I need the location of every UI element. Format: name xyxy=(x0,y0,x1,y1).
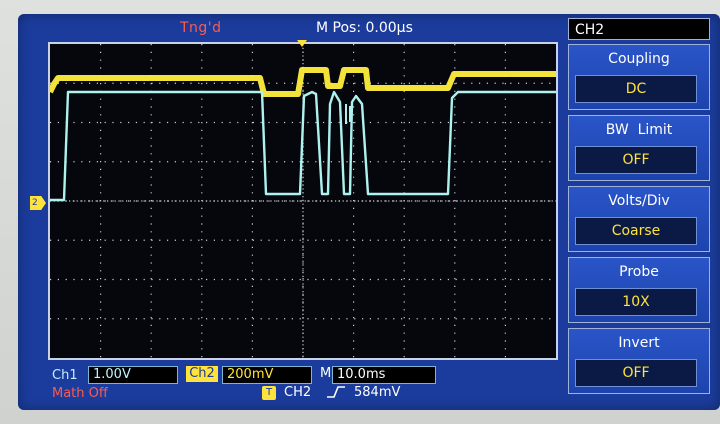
menu-volts-div-label: Volts/Div xyxy=(608,193,670,209)
waveform-display xyxy=(48,42,558,360)
rising-edge-icon xyxy=(326,385,346,404)
ch2-volts-div: 200mV xyxy=(222,366,312,384)
menu-probe-value: 10X xyxy=(575,288,697,316)
math-status: Math Off xyxy=(52,386,108,401)
ch2-label: Ch2 xyxy=(186,366,218,382)
menu-probe-button[interactable]: Probe 10X xyxy=(568,257,710,323)
ch1-label: Ch1 xyxy=(52,368,78,383)
menu-bw-limit-label: BW Limit xyxy=(605,122,673,138)
menu-invert-label: Invert xyxy=(618,335,660,351)
ch1-volts-div: 1.00V xyxy=(88,366,178,384)
ch1-trace xyxy=(50,90,556,202)
menu-invert-value: OFF xyxy=(575,359,697,387)
trigger-level: 584mV xyxy=(354,385,401,400)
menu-volts-div-button[interactable]: Volts/Div Coarse xyxy=(568,186,710,252)
timebase-value: 10.0ms xyxy=(332,366,436,384)
trigger-status: Tng'd xyxy=(180,20,222,36)
trigger-source: CH2 xyxy=(284,385,312,400)
menu-coupling-value: DC xyxy=(575,75,697,103)
menu-title: CH2 xyxy=(568,18,710,40)
main-position: M Pos: 0.00μs xyxy=(316,20,413,36)
menu-coupling-label: Coupling xyxy=(608,51,670,67)
menu-coupling-button[interactable]: Coupling DC xyxy=(568,44,710,110)
graticule xyxy=(50,44,556,358)
menu-invert-button[interactable]: Invert OFF xyxy=(568,328,710,394)
trigger-position-icon xyxy=(297,40,307,47)
menu-probe-label: Probe xyxy=(619,264,659,280)
menu-bw-limit-button[interactable]: BW Limit OFF xyxy=(568,115,710,181)
menu-volts-div-value: Coarse xyxy=(575,217,697,245)
menu-bw-limit-value: OFF xyxy=(575,146,697,174)
trigger-badge: T xyxy=(262,386,276,400)
